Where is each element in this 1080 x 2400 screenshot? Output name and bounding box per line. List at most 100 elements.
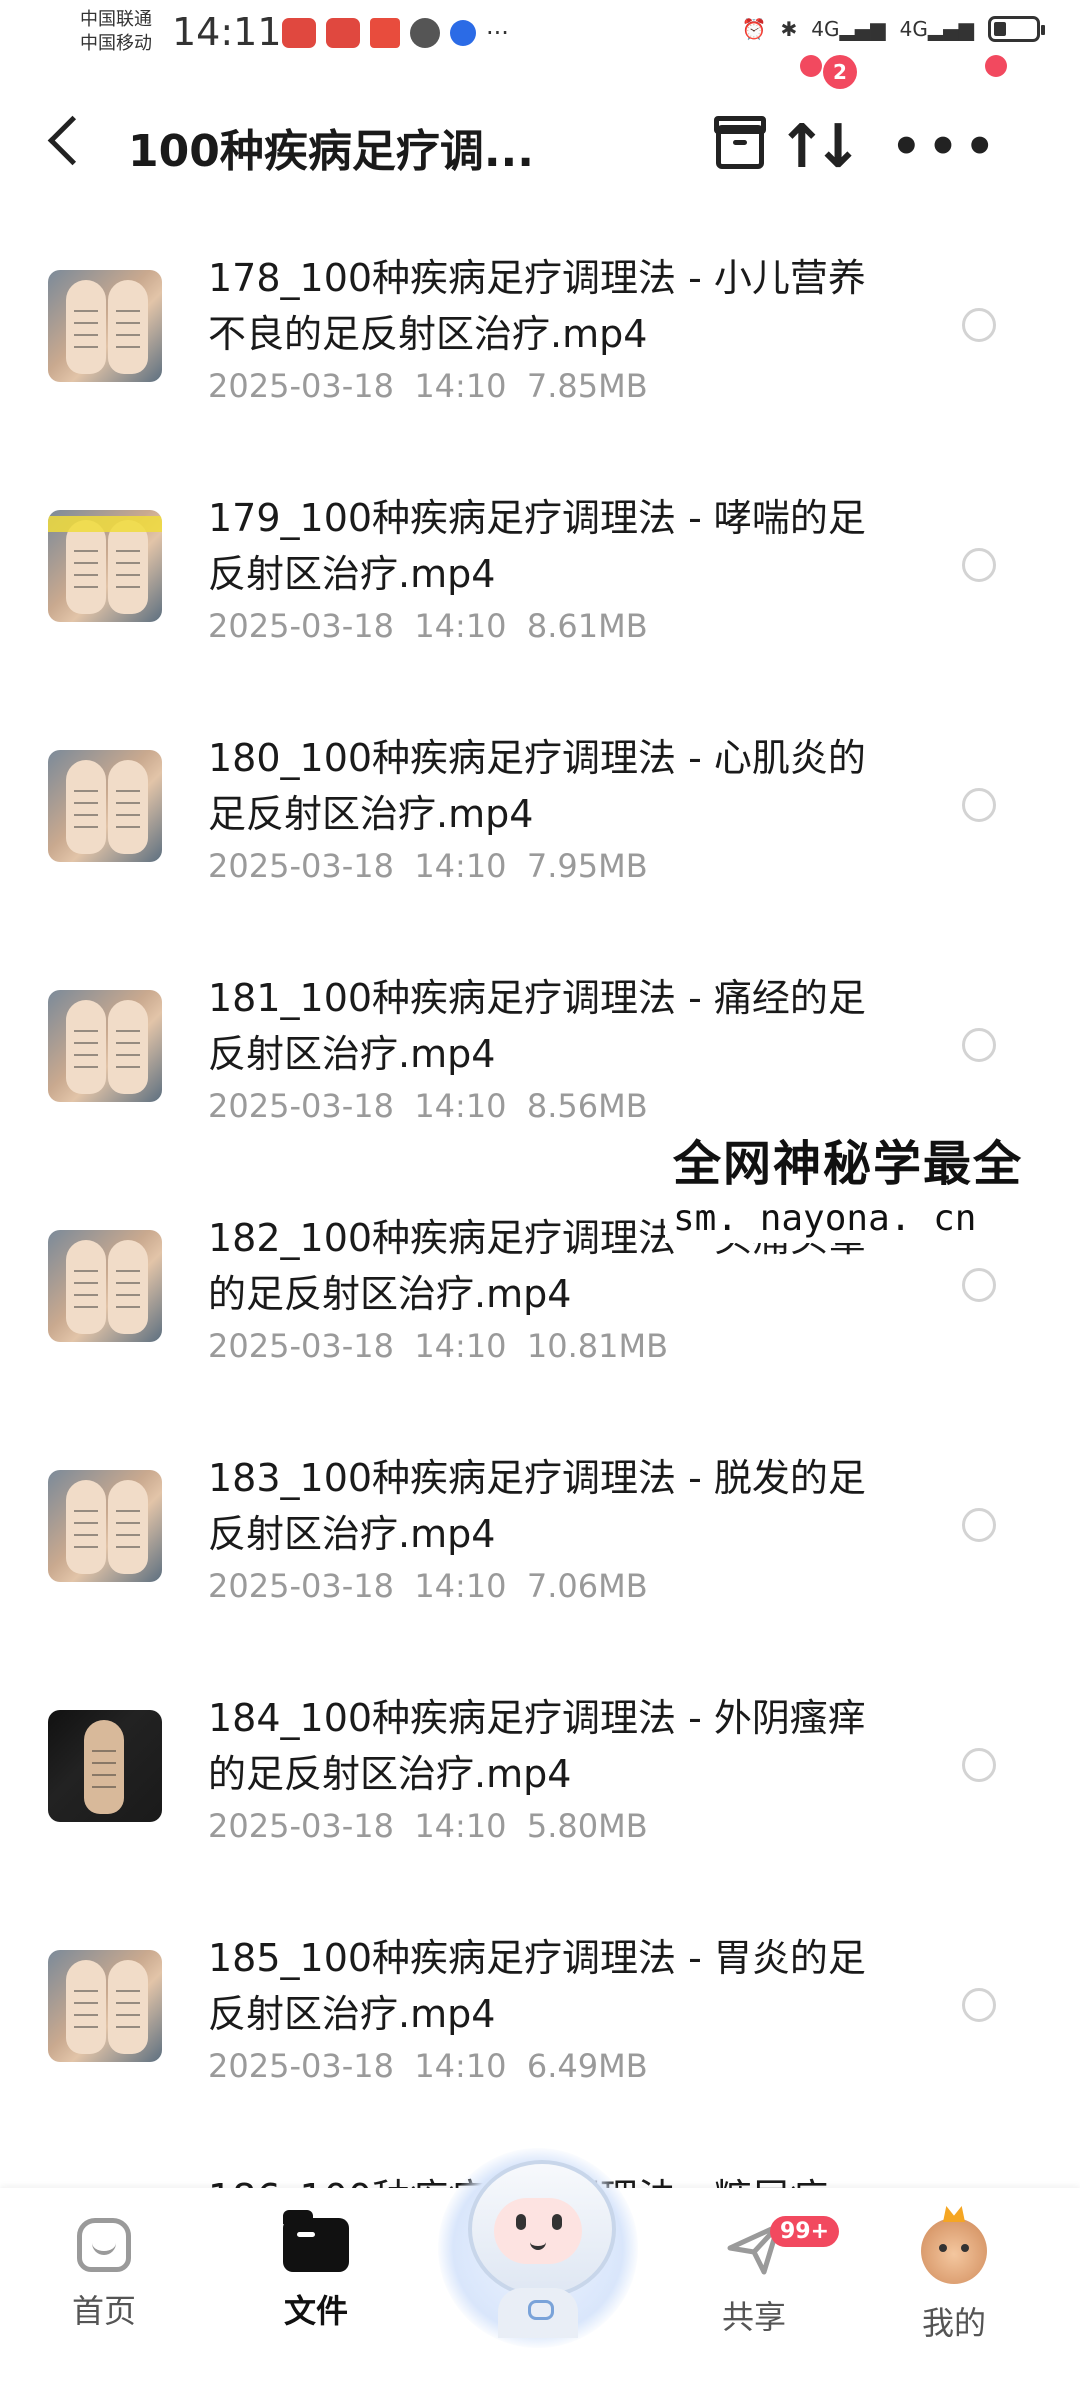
file-date: 2025-03-18 xyxy=(208,847,394,885)
battery-icon xyxy=(988,16,1045,42)
file-date: 2025-03-18 xyxy=(208,367,394,405)
chat-icon xyxy=(410,18,440,48)
video-thumbnail xyxy=(48,270,162,382)
more-notifications-icon: ··· xyxy=(486,19,509,47)
video-thumbnail xyxy=(48,990,162,1102)
file-row[interactable]: 183_100种疾病足疗调理法 - 脱发的足反射区治疗.mp4 2025-03-… xyxy=(0,1410,1080,1650)
file-name: 180_100种疾病足疗调理法 - 心肌炎的足反射区治疗.mp4 xyxy=(208,736,866,836)
bluetooth-icon: ✱ xyxy=(780,17,798,41)
carrier-info: 中国联通 中国移动 xyxy=(80,8,152,56)
file-size: 7.95MB xyxy=(526,847,648,885)
file-size: 8.56MB xyxy=(526,1087,648,1125)
network-type-2: 4G xyxy=(899,17,928,41)
file-name: 178_100种疾病足疗调理法 - 小儿营养不良的足反射区治疗.mp4 xyxy=(208,256,866,356)
alarm-icon: ⏰ xyxy=(741,17,767,41)
archive-button[interactable] xyxy=(700,107,780,187)
huawei-app-icon xyxy=(326,18,360,48)
file-meta: 2025-03-18 14:10 7.95MB xyxy=(208,847,648,885)
sort-badge: 2 xyxy=(823,55,857,89)
file-name: 179_100种疾病足疗调理法 - 哮喘的足反射区治疗.mp4 xyxy=(208,496,866,596)
tab-home-label: 首页 xyxy=(71,2292,136,2330)
file-meta: 2025-03-18 14:10 7.06MB xyxy=(208,1567,648,1605)
file-time: 14:10 xyxy=(414,367,507,405)
folder-icon xyxy=(283,2210,349,2272)
file-row[interactable]: 184_100种疾病足疗调理法 - 外阴瘙痒的足反射区治疗.mp4 2025-0… xyxy=(0,1650,1080,1890)
file-meta: 2025-03-18 14:10 6.49MB xyxy=(208,2047,648,2085)
select-radio[interactable] xyxy=(962,1508,996,1542)
archive-notification-dot xyxy=(800,55,822,77)
back-icon[interactable] xyxy=(47,115,98,166)
select-radio[interactable] xyxy=(962,308,996,342)
video-thumbnail xyxy=(48,1230,162,1342)
watermark-line-1: 全网神秘学最全 xyxy=(673,1136,1024,1192)
tab-share-label: 共享 xyxy=(721,2298,786,2336)
file-meta: 2025-03-18 14:10 8.56MB xyxy=(208,1087,648,1125)
select-radio[interactable] xyxy=(962,788,996,822)
file-size: 5.80MB xyxy=(526,1807,648,1845)
file-row[interactable]: 178_100种疾病足疗调理法 - 小儿营养不良的足反射区治疗.mp4 2025… xyxy=(0,210,1080,450)
signal-2-icon: 4G▂▄▆ xyxy=(899,17,974,41)
select-radio[interactable] xyxy=(962,1748,996,1782)
bottom-nav: 首页 文件 共享 99+ 我的 xyxy=(0,2148,1080,2400)
file-date: 2025-03-18 xyxy=(208,1087,394,1125)
baidu-paw-icon xyxy=(450,20,476,46)
video-thumbnail xyxy=(48,750,162,862)
file-time: 14:10 xyxy=(414,607,507,645)
page-title: 100种疾病足疗调... xyxy=(128,126,534,177)
home-icon xyxy=(77,2218,131,2272)
assistant-mascot-icon[interactable] xyxy=(428,2138,648,2348)
file-date: 2025-03-18 xyxy=(208,1567,394,1605)
file-date: 2025-03-18 xyxy=(208,1327,394,1365)
file-name: 184_100种疾病足疗调理法 - 外阴瘙痒的足反射区治疗.mp4 xyxy=(208,1696,866,1796)
tab-me[interactable]: 我的 xyxy=(884,2218,1024,2344)
file-row[interactable]: 179_100种疾病足疗调理法 - 哮喘的足反射区治疗.mp4 2025-03-… xyxy=(0,450,1080,690)
file-date: 2025-03-18 xyxy=(208,607,394,645)
watermark: 全网神秘学最全 sm. nayona. cn xyxy=(665,1118,1034,1243)
file-size: 7.85MB xyxy=(526,367,648,405)
network-type-1: 4G xyxy=(811,17,840,41)
carrier-2: 中国移动 xyxy=(80,33,152,54)
archive-icon xyxy=(714,116,766,169)
file-name: 185_100种疾病足疗调理法 - 胃炎的足反射区治疗.mp4 xyxy=(208,1936,866,2036)
video-thumbnail xyxy=(48,1470,162,1582)
watermark-line-2: sm. nayona. cn xyxy=(673,1198,977,1239)
video-thumbnail xyxy=(48,1950,162,2062)
file-time: 14:10 xyxy=(414,1087,507,1125)
video-thumbnail xyxy=(48,1710,162,1822)
more-notification-dot xyxy=(985,55,1007,77)
file-time: 14:10 xyxy=(414,1567,507,1605)
sort-button[interactable]: ↑↓ xyxy=(773,107,863,187)
file-time: 14:10 xyxy=(414,1807,507,1845)
file-time: 14:10 xyxy=(414,847,507,885)
select-radio[interactable] xyxy=(962,1028,996,1062)
file-name: 183_100种疾病足疗调理法 - 脱发的足反射区治疗.mp4 xyxy=(208,1456,866,1556)
video-thumbnail xyxy=(48,510,162,622)
file-size: 10.81MB xyxy=(526,1327,669,1365)
select-radio[interactable] xyxy=(962,1988,996,2022)
status-clock: 14:11 xyxy=(172,10,282,54)
file-row[interactable]: 185_100种疾病足疗调理法 - 胃炎的足反射区治疗.mp4 2025-03-… xyxy=(0,1890,1080,2130)
book-icon xyxy=(370,18,400,48)
status-bar: 中国联通 中国移动 14:11 ··· ⏰ ✱ 4G▂▄▆ 4G▂▄▆ xyxy=(0,0,1080,70)
system-icons: ⏰ ✱ 4G▂▄▆ 4G▂▄▆ xyxy=(741,16,1045,42)
more-icon: ••• xyxy=(890,119,1002,175)
select-radio[interactable] xyxy=(962,1268,996,1302)
file-size: 8.61MB xyxy=(526,607,648,645)
file-date: 2025-03-18 xyxy=(208,2047,394,2085)
tab-files[interactable]: 文件 xyxy=(246,2210,386,2332)
header-bar: 100种疾病足疗调... ↑↓ 2 ••• xyxy=(0,55,1080,195)
select-radio[interactable] xyxy=(962,548,996,582)
file-date: 2025-03-18 xyxy=(208,1807,394,1845)
avatar-icon xyxy=(921,2218,987,2284)
file-time: 14:10 xyxy=(414,2047,507,2085)
file-row[interactable]: 180_100种疾病足疗调理法 - 心肌炎的足反射区治疗.mp4 2025-03… xyxy=(0,690,1080,930)
file-meta: 2025-03-18 14:10 5.80MB xyxy=(208,1807,648,1845)
notification-icons: ··· xyxy=(282,18,509,48)
more-button[interactable]: ••• xyxy=(891,107,995,187)
sort-icon: ↑↓ xyxy=(776,112,863,182)
tab-home[interactable]: 首页 xyxy=(34,2218,174,2332)
file-meta: 2025-03-18 14:10 7.85MB xyxy=(208,367,648,405)
tab-files-label: 文件 xyxy=(283,2292,348,2330)
share-badge: 99+ xyxy=(770,2216,840,2247)
file-name: 181_100种疾病足疗调理法 - 痛经的足反射区治疗.mp4 xyxy=(208,976,866,1076)
